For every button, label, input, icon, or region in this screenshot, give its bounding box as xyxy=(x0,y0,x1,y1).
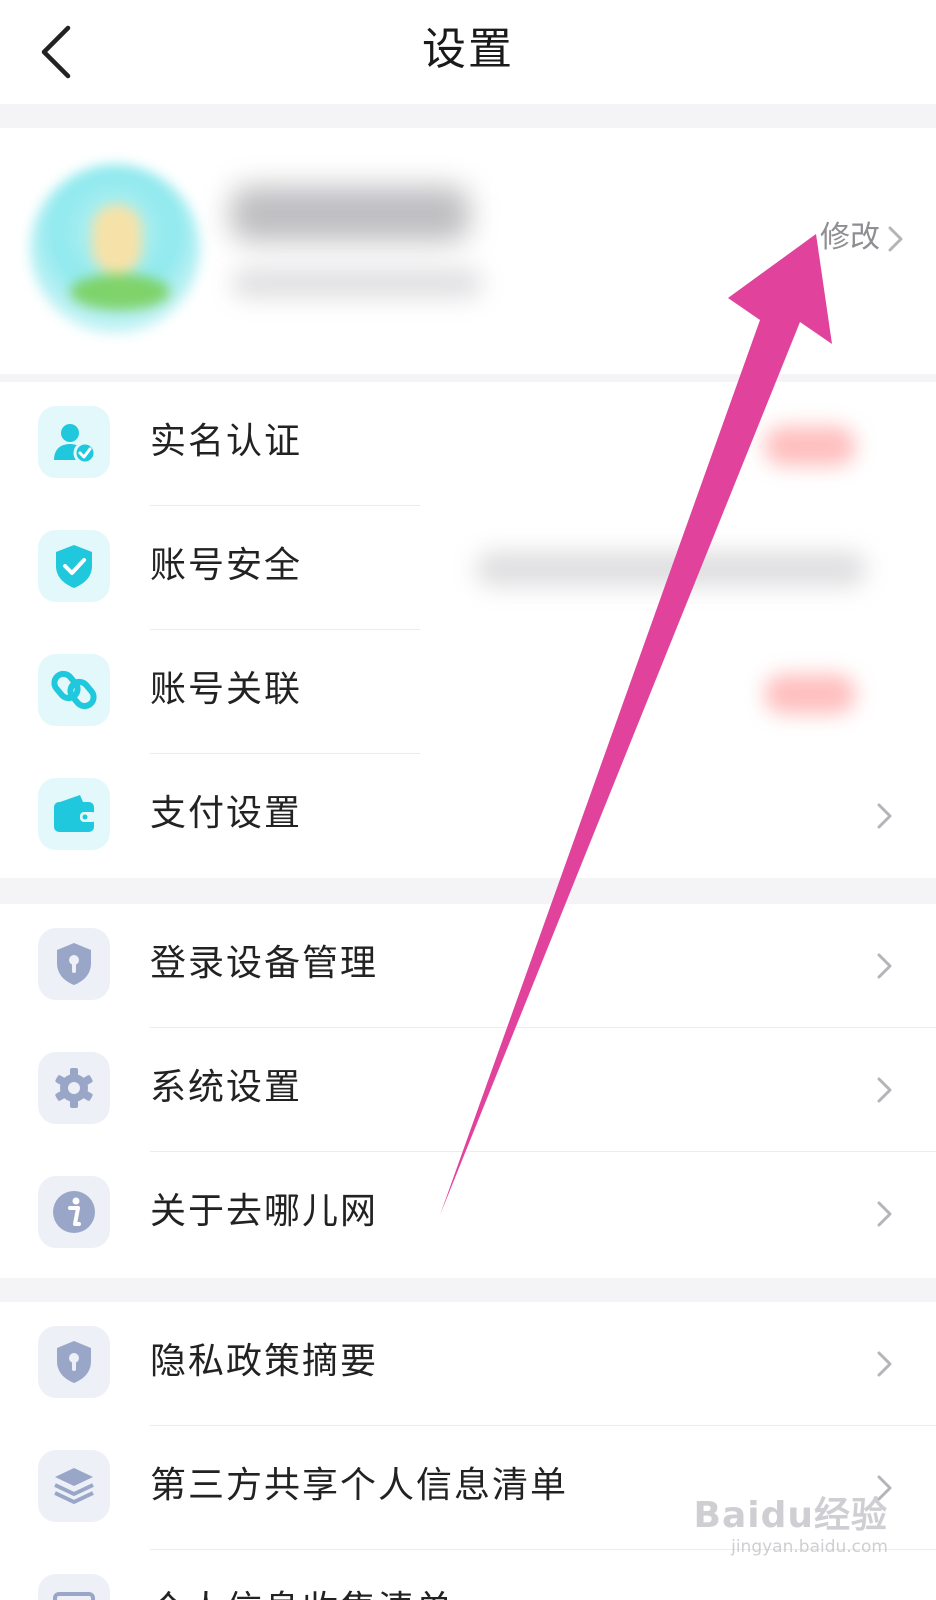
chevron-right-icon xyxy=(877,1077,892,1103)
info-icon xyxy=(38,1176,110,1248)
menu-item-label: 登录设备管理 xyxy=(150,943,379,984)
status-badge-blurred xyxy=(764,426,856,466)
menu-item-label: 关于去哪儿网 xyxy=(150,1191,379,1232)
status-badge-blurred xyxy=(764,674,856,714)
menu-item-system-settings[interactable]: 系统设置 xyxy=(0,1028,936,1152)
chevron-right-icon xyxy=(877,1351,892,1377)
shield-check-icon xyxy=(38,530,110,602)
chevron-right-icon xyxy=(888,226,903,252)
chevron-right-icon xyxy=(877,953,892,979)
chevron-right-icon xyxy=(877,1475,892,1501)
back-button[interactable] xyxy=(30,22,90,82)
menu-item-about[interactable]: 关于去哪儿网 xyxy=(0,1152,936,1276)
nav-bar: 设置 xyxy=(0,0,936,104)
settings-group-privacy: 隐私政策摘要 第三方共享个人信息清单 个人信息收集清单 xyxy=(0,1302,936,1600)
avatar[interactable] xyxy=(30,164,200,334)
wallet-icon xyxy=(38,778,110,850)
menu-item-real-name[interactable]: 实名认证 xyxy=(0,382,936,506)
menu-item-account-link[interactable]: 账号关联 xyxy=(0,630,936,754)
user-verified-icon xyxy=(38,406,110,478)
menu-item-personal-info-collection[interactable]: 个人信息收集清单 xyxy=(0,1550,936,1600)
menu-item-label: 系统设置 xyxy=(150,1067,303,1108)
gear-icon xyxy=(38,1052,110,1124)
menu-item-payment-settings[interactable]: 支付设置 xyxy=(0,754,936,878)
link-icon xyxy=(38,654,110,726)
lock-shield-icon xyxy=(38,928,110,1000)
menu-item-privacy-summary[interactable]: 隐私政策摘要 xyxy=(0,1302,936,1426)
menu-item-third-party-sharing[interactable]: 第三方共享个人信息清单 xyxy=(0,1426,936,1550)
document-icon xyxy=(38,1574,110,1600)
chevron-right-icon xyxy=(877,1201,892,1227)
menu-item-label: 第三方共享个人信息清单 xyxy=(150,1465,569,1506)
menu-item-label: 隐私政策摘要 xyxy=(150,1341,379,1382)
chevron-left-icon xyxy=(41,25,71,79)
menu-item-label: 个人信息收集清单 xyxy=(150,1586,454,1600)
username-blurred xyxy=(230,186,470,242)
profile-card[interactable]: 修改 xyxy=(0,128,936,374)
menu-item-label: 支付设置 xyxy=(150,793,303,834)
user-subtitle-blurred xyxy=(232,268,482,298)
page-title: 设置 xyxy=(422,24,514,75)
edit-profile-link[interactable]: 修改 xyxy=(820,218,880,258)
menu-item-label: 账号关联 xyxy=(150,669,303,710)
lock-shield-icon xyxy=(38,1326,110,1398)
menu-item-label: 实名认证 xyxy=(150,421,303,462)
layers-icon xyxy=(38,1450,110,1522)
settings-group-system: 登录设备管理 系统设置 关于去哪儿网 xyxy=(0,904,936,1278)
menu-item-account-security[interactable]: 账号安全 xyxy=(0,506,936,630)
account-info-blurred xyxy=(476,552,866,586)
menu-item-login-devices[interactable]: 登录设备管理 xyxy=(0,904,936,1028)
settings-group-account: 实名认证 账号安全 账号关联 支付设置 xyxy=(0,382,936,878)
menu-item-label: 账号安全 xyxy=(150,545,303,586)
chevron-right-icon xyxy=(877,803,892,829)
